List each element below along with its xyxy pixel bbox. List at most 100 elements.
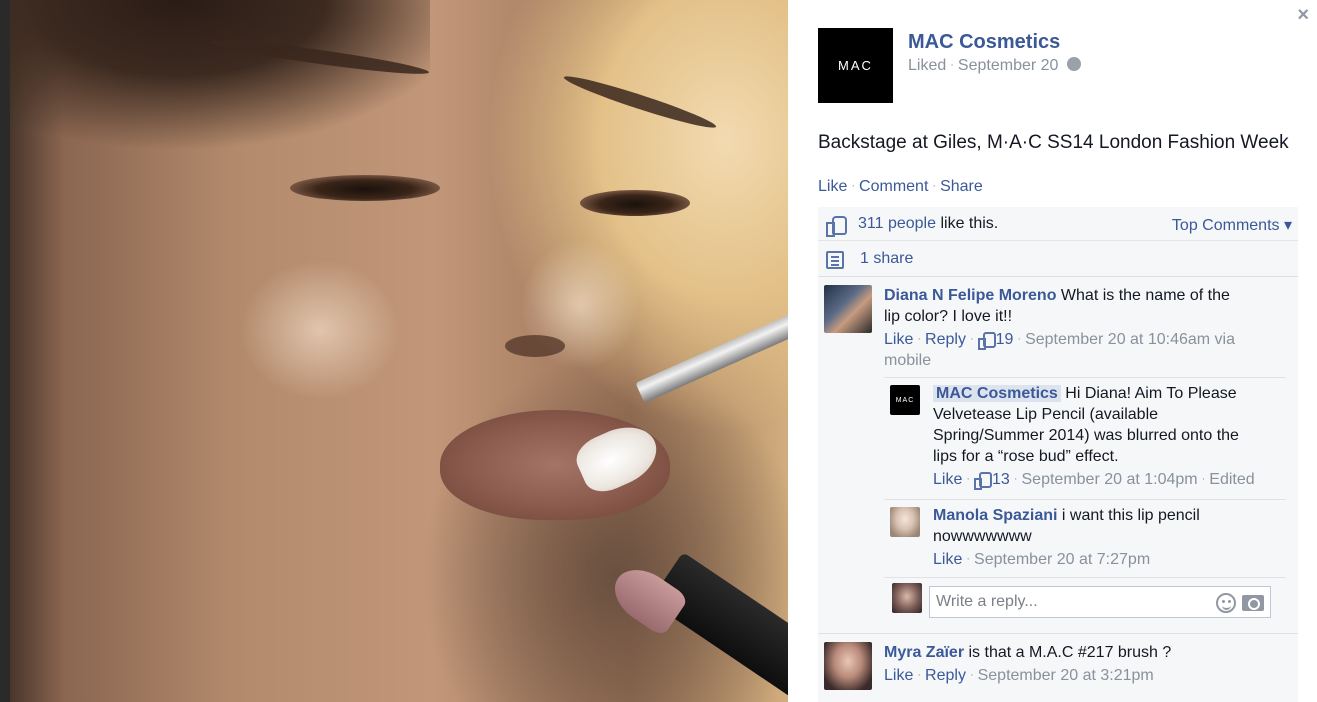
post-date[interactable]: September 20	[958, 57, 1059, 74]
comment-time-suffix: mobile	[884, 352, 932, 369]
separator-dot: ·	[966, 553, 971, 565]
comment-link[interactable]: Comment	[859, 178, 928, 195]
page-name-link[interactable]: MAC Cosmetics	[908, 31, 1060, 54]
comment: Myra Zaïer is that a M.A.C #217 brush ? …	[818, 634, 1298, 702]
avatar[interactable]	[890, 507, 920, 537]
comment-text: lip color? I love it!!	[884, 308, 1013, 325]
comment-content: Myra Zaïer is that a M.A.C #217 brush ? …	[884, 642, 1284, 686]
avatar[interactable]: MAC	[890, 385, 920, 415]
comment-time[interactable]: September 20 at 10:46am via	[1025, 331, 1235, 348]
comment-reply-link[interactable]: Reply	[925, 331, 966, 348]
avatar[interactable]	[824, 285, 872, 333]
comment-reply-link[interactable]: Reply	[925, 667, 966, 684]
comment-like-link[interactable]: Like	[884, 667, 913, 684]
post-actions: Like · Comment · Share	[818, 178, 983, 196]
separator-dot: ·	[917, 669, 922, 681]
photo-edge	[0, 0, 10, 702]
comment-content: Diana N Felipe Moreno What is the name o…	[884, 285, 1284, 371]
mac-logo-text: MAC	[895, 396, 915, 404]
comment-likes-count[interactable]: 19	[977, 331, 1014, 350]
reply-meta: Like · 13 · September 20 at 1:04pm · Edited	[933, 469, 1283, 490]
separator-dot: ·	[966, 473, 971, 485]
like-thumb-icon	[977, 332, 996, 350]
avatar[interactable]	[824, 642, 872, 690]
reply-time[interactable]: September 20 at 1:04pm	[1022, 471, 1198, 488]
comment-author[interactable]: Myra Zaïer	[884, 644, 964, 661]
photo-nostril	[505, 335, 565, 357]
reply-text: Hi Diana! Aim To Please	[1065, 385, 1237, 402]
likes-summary: 311 people like this.	[858, 215, 998, 233]
separator-dot: ·	[917, 333, 922, 345]
photo-eye-left	[290, 175, 440, 201]
reply-text: nowwwwwww	[933, 528, 1032, 545]
likes-row: 311 people like this. Top Comments ▾	[818, 207, 1298, 241]
separator-dot: ·	[969, 669, 974, 681]
comment-time[interactable]: September 20 at 3:21pm	[978, 667, 1154, 684]
reply-content: Manola Spaziani i want this lip pencil n…	[933, 505, 1283, 570]
reply-time[interactable]: September 20 at 7:27pm	[974, 551, 1150, 568]
page-logo-text: MAC	[838, 58, 873, 73]
separator-dot: ·	[1201, 473, 1206, 485]
share-link[interactable]: Share	[940, 178, 983, 195]
reply-text: Spring/Summer 2014) was blurred onto the	[933, 427, 1239, 444]
reply-placeholder: Write a reply...	[936, 593, 1038, 610]
reply-author[interactable]: Manola Spaziani	[933, 507, 1057, 524]
reply: Manola Spaziani i want this lip pencil n…	[884, 499, 1286, 577]
comment-meta: Like · Reply · September 20 at 3:21pm	[884, 665, 1284, 686]
like-thumb-icon	[974, 472, 993, 490]
reply-author[interactable]: MAC Cosmetics	[933, 385, 1061, 402]
reply-meta: Like · September 20 at 7:27pm	[933, 549, 1283, 570]
reply-text: Velvetease Lip Pencil (available	[933, 406, 1159, 423]
page-avatar[interactable]: MAC	[818, 28, 893, 103]
comment-meta: Like · Reply · 19 · September 20 at 10:46am vi…	[884, 329, 1284, 371]
liked-status[interactable]: Liked	[908, 57, 946, 74]
reply-text: i want this lip pencil	[1061, 507, 1200, 524]
comment-like-link[interactable]: Like	[884, 331, 913, 348]
comment-text: is that a M.A.C #217 brush ?	[968, 644, 1172, 661]
reply-like-link[interactable]: Like	[933, 471, 962, 488]
reply-body: MAC Cosmetics Hi Diana! Aim To Please Ve…	[933, 383, 1283, 467]
likes-suffix: like this.	[940, 215, 999, 232]
comment: Diana N Felipe Moreno What is the name o…	[818, 277, 1298, 634]
photo-hair	[10, 0, 430, 150]
comment-body: Myra Zaïer is that a M.A.C #217 brush ?	[884, 642, 1284, 663]
separator-dot: ·	[1013, 473, 1018, 485]
shares-row: 1 share	[818, 241, 1298, 277]
like-link[interactable]: Like	[818, 178, 847, 195]
edited-label[interactable]: Edited	[1209, 471, 1254, 488]
top-comments-dropdown[interactable]: Top Comments ▾	[1172, 215, 1292, 235]
post-text: Backstage at Giles, M·A·C SS14 London Fa…	[818, 132, 1289, 153]
separator-dot: ·	[851, 180, 856, 192]
shares-link[interactable]: 1 share	[860, 250, 913, 268]
reply-body: Manola Spaziani i want this lip pencil n…	[933, 505, 1283, 547]
reply-input[interactable]: Write a reply...	[929, 586, 1271, 618]
reply-likes-count[interactable]: 13	[974, 471, 1010, 490]
post-photo	[0, 0, 788, 702]
reply-text: lips for a “rose bud” effect.	[933, 448, 1119, 465]
comment-text: What is the name of the	[1060, 287, 1230, 304]
separator-dot: ·	[932, 180, 937, 192]
comment-author[interactable]: Diana N Felipe Moreno	[884, 287, 1056, 304]
page-meta: Liked · September 20	[908, 57, 1081, 75]
likes-number: 19	[995, 331, 1014, 348]
emoji-icon[interactable]	[1216, 593, 1236, 613]
separator-dot: ·	[1017, 333, 1022, 345]
feedback-box: 311 people like this. Top Comments ▾ 1 s…	[818, 207, 1298, 702]
likes-number: 13	[992, 471, 1010, 488]
globe-icon	[1066, 57, 1081, 71]
camera-icon[interactable]	[1242, 595, 1264, 611]
close-icon[interactable]: ×	[1297, 4, 1309, 27]
post-panel: × MAC MAC Cosmetics Liked · September 20 B…	[788, 0, 1317, 702]
avatar	[892, 583, 922, 613]
reply: MAC MAC Cosmetics Hi Diana! Aim To Pleas…	[884, 377, 1286, 499]
likes-count-link[interactable]: 311 people	[858, 215, 936, 232]
photo-cheek-highlight	[240, 260, 400, 400]
separator-dot: ·	[950, 59, 954, 71]
share-icon	[826, 251, 844, 269]
photo-eye-right	[580, 190, 690, 216]
photo-brush-handle	[635, 301, 788, 404]
like-thumb-icon	[826, 215, 847, 237]
comment-body: Diana N Felipe Moreno What is the name o…	[884, 285, 1284, 327]
reply-like-link[interactable]: Like	[933, 551, 962, 568]
reply-composer: Write a reply...	[884, 577, 1286, 625]
